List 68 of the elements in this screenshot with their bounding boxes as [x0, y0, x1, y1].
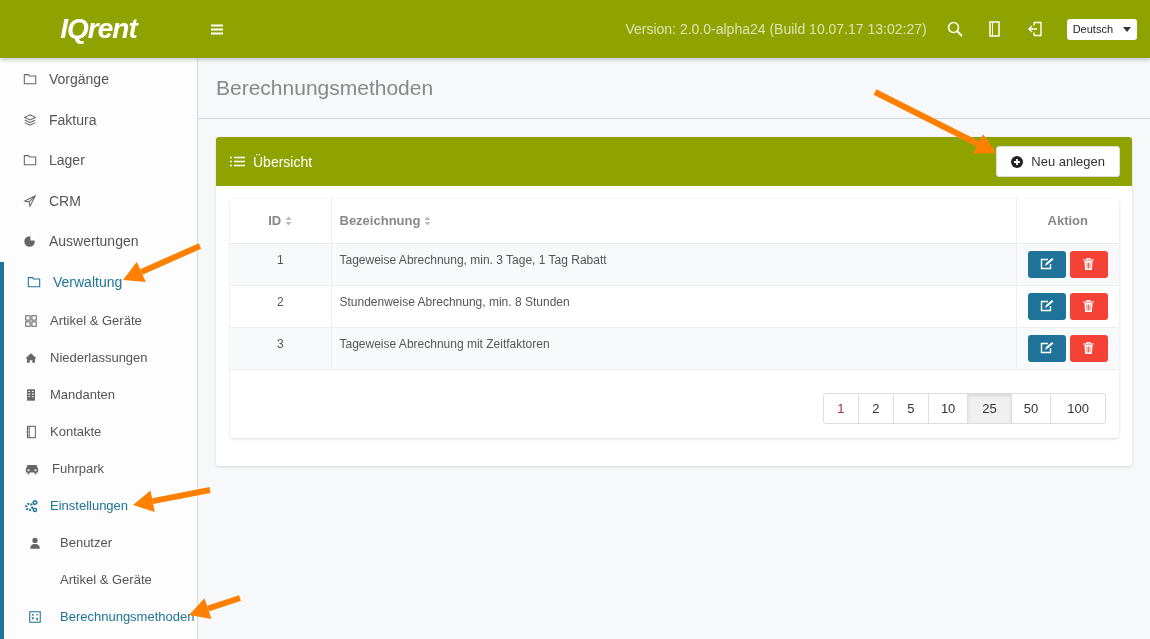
- pie-chart-icon: [23, 234, 37, 249]
- edit-button[interactable]: [1027, 250, 1066, 278]
- folder-icon: [23, 72, 37, 87]
- menu-icon[interactable]: [211, 23, 223, 35]
- notebook-icon: [24, 424, 38, 439]
- edit-button[interactable]: [1027, 292, 1066, 320]
- version-text: Version: 2.0.0-alpha24 (Build 10.07.17 13:02:27): [625, 21, 927, 37]
- table-cell: 1: [230, 243, 331, 285]
- page-title: Berechnungsmethoden: [216, 76, 434, 100]
- sidebar-item[interactable]: Benutzer: [4, 524, 197, 561]
- sidebar-item[interactable]: Vorgänge: [0, 59, 197, 100]
- folder-icon: [27, 274, 41, 289]
- sidebar-item[interactable]: Lager: [0, 140, 197, 181]
- new-button[interactable]: Neu anlegen: [996, 146, 1120, 177]
- column-header[interactable]: Bezeichnung: [331, 199, 1016, 243]
- table-cell: Tageweise Abrechnung mit Zeitfaktoren: [331, 327, 1016, 369]
- sidebar-item[interactable]: Fuhrpark: [4, 450, 197, 487]
- sidebar-item[interactable]: Niederlassungen: [4, 339, 197, 376]
- sidebar-item[interactable]: Kontakte: [4, 413, 197, 450]
- sidebar-item[interactable]: Faktura: [0, 99, 197, 140]
- page-size-button[interactable]: 1: [822, 392, 859, 424]
- building-icon: [24, 387, 38, 402]
- edit-icon: [1039, 342, 1054, 354]
- sidebar-item[interactable]: Berechnungsmethoden: [4, 598, 197, 635]
- language-select[interactable]: Deutsch: [1066, 18, 1137, 40]
- delete-button[interactable]: [1069, 292, 1108, 320]
- logout-icon[interactable]: [1026, 21, 1043, 37]
- user-icon: [28, 535, 42, 550]
- grid-icon: [24, 313, 38, 328]
- search-icon[interactable]: [946, 21, 963, 37]
- sort-icon[interactable]: [285, 215, 293, 226]
- panel-title: Übersicht: [253, 153, 313, 170]
- edit-button[interactable]: [1027, 334, 1066, 362]
- page-size-button[interactable]: 100: [1050, 392, 1106, 424]
- table-cell: 3: [230, 327, 331, 369]
- page-size-button[interactable]: 25: [967, 392, 1012, 424]
- sort-icon[interactable]: [424, 215, 432, 226]
- page-size-button[interactable]: 50: [1010, 392, 1052, 424]
- delete-button[interactable]: [1069, 334, 1108, 362]
- sidebar-item[interactable]: Einstellungen: [4, 487, 197, 524]
- page-size-button[interactable]: 10: [927, 392, 969, 424]
- sidebar-item[interactable]: Artikel & Geräte: [4, 302, 197, 339]
- delete-button[interactable]: [1069, 250, 1108, 278]
- sidebar-item[interactable]: CRM: [0, 180, 197, 221]
- column-header[interactable]: ID: [230, 199, 331, 243]
- edit-icon: [1039, 300, 1054, 312]
- layers-icon: [23, 112, 37, 127]
- paper-plane-icon: [23, 193, 37, 208]
- list-icon: [230, 156, 245, 167]
- page-size-button[interactable]: 5: [892, 392, 929, 424]
- edit-icon: [1039, 258, 1054, 270]
- trash-icon: [1083, 342, 1095, 354]
- column-header: Aktion: [1016, 199, 1119, 243]
- table-cell: Stundenweise Abrechnung, min. 8 Stunden: [331, 285, 1016, 327]
- sidebar-item[interactable]: Mandanten: [4, 376, 197, 413]
- sidebar-item[interactable]: Artikel & Geräte: [4, 561, 197, 598]
- sidebar-item[interactable]: Auswertungen: [0, 221, 197, 262]
- notebook-icon[interactable]: [986, 21, 1001, 37]
- trash-icon: [1083, 300, 1095, 312]
- page-size-button[interactable]: 2: [857, 392, 894, 424]
- table-cell: Tageweise Abrechnung, min. 3 Tage, 1 Tag Rabatt: [331, 243, 1016, 285]
- sidebar-item[interactable]: Verwaltung: [4, 261, 197, 302]
- caret-icon: [1123, 26, 1131, 32]
- trash-icon: [1083, 258, 1095, 270]
- calculator-icon: [28, 609, 42, 624]
- table-cell: 2: [230, 285, 331, 327]
- folder-icon: [23, 153, 37, 168]
- plus-circle-icon: [1011, 155, 1024, 168]
